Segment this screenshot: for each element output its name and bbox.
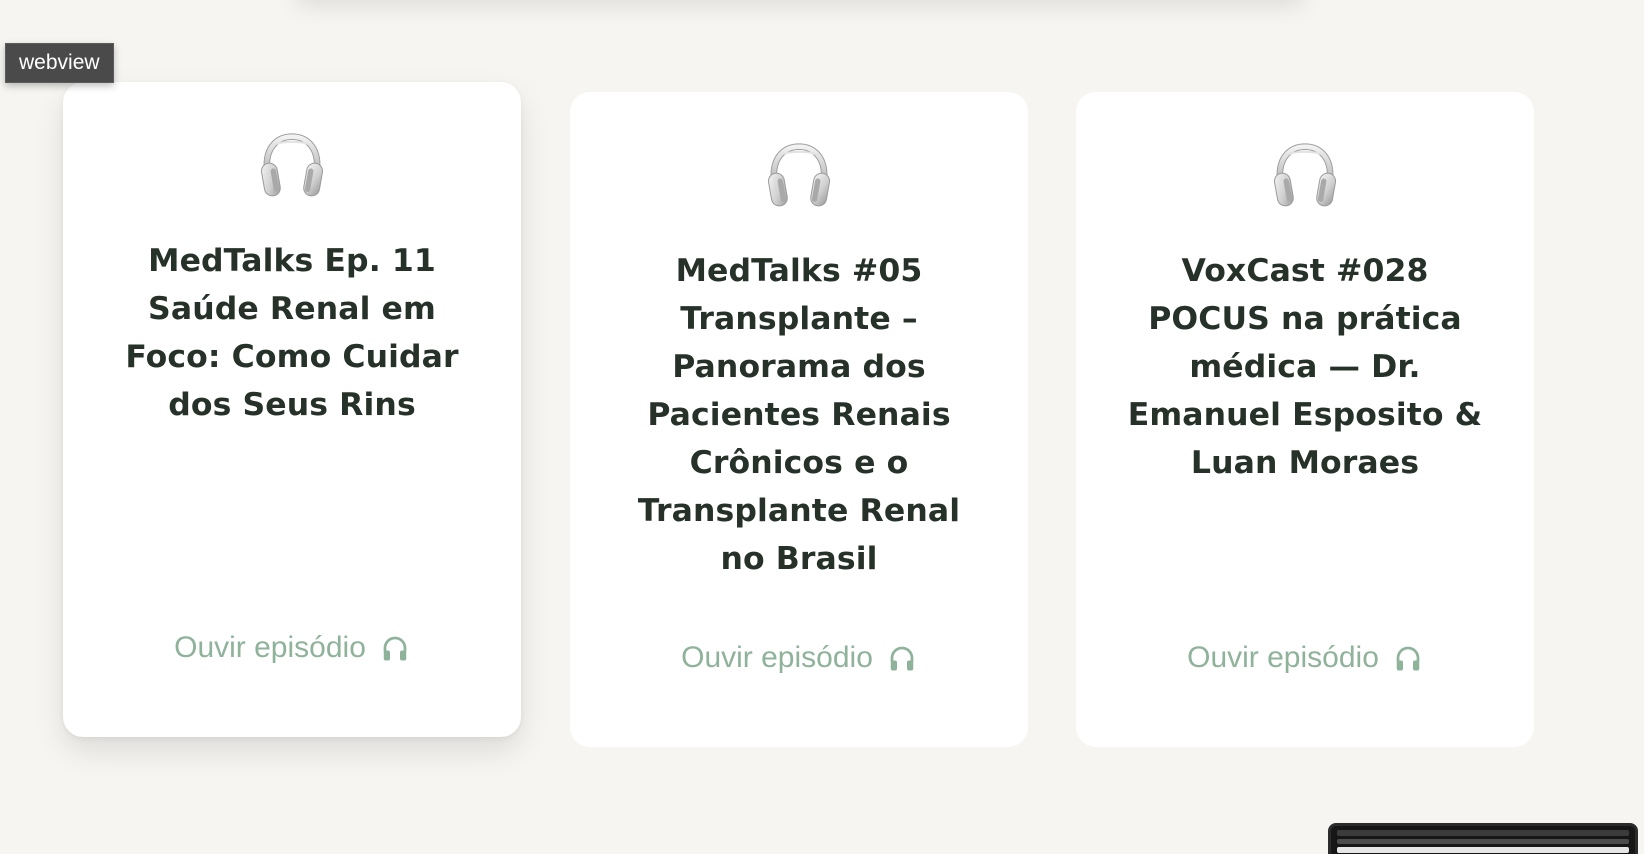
screen-recording-thumbnail[interactable] [1328,823,1638,854]
headphones-emoji-icon [570,142,1028,212]
thumbnail-menubar [1337,830,1629,836]
page: webview MedTalks Ep. 11 Saúde Renal em F… [0,0,1644,854]
episode-card[interactable]: VoxCast #028 POCUS na prática médica — D… [1076,92,1534,747]
listen-episode-label: Ouvir episódio [174,631,366,664]
thumbnail-content [1337,847,1629,853]
listen-episode-label: Ouvir episódio [1187,641,1379,674]
thumbnail-toolbar [1337,839,1629,844]
episode-card[interactable]: MedTalks Ep. 11 Saúde Renal em Foco: Com… [63,82,521,737]
listen-episode-label: Ouvir episódio [681,641,873,674]
listen-episode-link[interactable]: Ouvir episódio [570,638,1028,678]
episode-title: VoxCast #028 POCUS na prática médica — D… [1127,253,1483,481]
episode-card[interactable]: MedTalks #05 Transplante – Panorama dos … [570,92,1028,747]
listen-episode-link[interactable]: Ouvir episódio [1076,638,1534,678]
headphones-icon [1393,643,1423,673]
headphones-emoji-icon [1076,142,1534,212]
episode-title: MedTalks Ep. 11 Saúde Renal em Foco: Com… [125,243,459,423]
webview-overlay-label: webview [5,43,114,83]
episode-title: MedTalks #05 Transplante – Panorama dos … [637,253,961,577]
headphones-icon [380,633,410,663]
listen-episode-link[interactable]: Ouvir episódio [63,628,521,668]
headphones-emoji-icon [63,132,521,202]
headphones-icon [887,643,917,673]
